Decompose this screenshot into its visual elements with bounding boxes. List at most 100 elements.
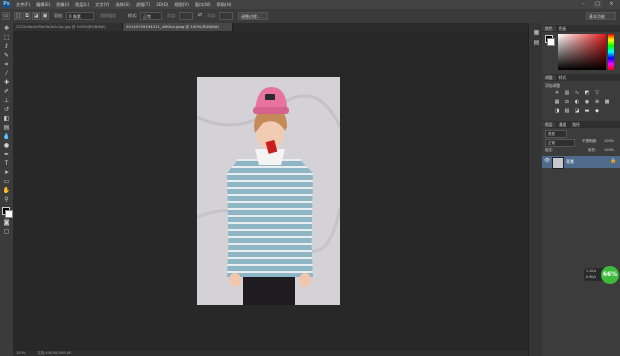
minimize-button[interactable]: – bbox=[579, 1, 588, 8]
vibrance-icon[interactable]: ▽ bbox=[594, 91, 600, 96]
marquee-tool-icon[interactable]: ▭ bbox=[2, 12, 10, 20]
opacity-label: 不透明度: bbox=[582, 139, 598, 143]
feather-input[interactable]: 0 像素 bbox=[66, 12, 94, 20]
tab-paths[interactable]: 路径 bbox=[569, 122, 583, 127]
posterize-icon[interactable]: ▧ bbox=[564, 109, 570, 114]
photo-filter-icon[interactable]: ◉ bbox=[584, 100, 590, 105]
eye-icon[interactable]: 👁 bbox=[544, 158, 550, 164]
properties-panel-icon[interactable]: ▤ bbox=[532, 39, 541, 47]
pen-icon[interactable]: ✒ bbox=[2, 151, 11, 159]
tab-swatches[interactable]: 色板 bbox=[556, 26, 570, 31]
tab-adjustments[interactable]: 调整 bbox=[542, 75, 556, 80]
width-label: 宽度: bbox=[167, 13, 177, 18]
opacity-value[interactable]: 100% bbox=[604, 139, 614, 143]
layer-row-background[interactable]: 👁 背景 🔒 bbox=[542, 156, 620, 169]
close-button[interactable]: × bbox=[607, 1, 616, 8]
hand-icon[interactable]: ✋ bbox=[2, 187, 11, 195]
workspace-select[interactable]: 基本功能 bbox=[586, 12, 616, 20]
maximize-button[interactable]: □ bbox=[593, 1, 602, 8]
intersect-selection-icon[interactable]: ▣ bbox=[41, 12, 49, 20]
refine-edge-button[interactable]: 调整边缘... bbox=[238, 12, 268, 20]
menu-select[interactable]: 选择(S) bbox=[115, 0, 129, 9]
eyedropper-icon[interactable]: ⁄ bbox=[2, 70, 11, 78]
screen-mode-icon[interactable]: ▢ bbox=[2, 228, 11, 236]
gradient-icon[interactable]: ▤ bbox=[2, 124, 11, 132]
tab-channels[interactable]: 通道 bbox=[556, 122, 570, 127]
menu-file[interactable]: 文件(F) bbox=[16, 0, 30, 9]
color-balance-icon[interactable]: ⚖ bbox=[564, 100, 570, 105]
new-selection-icon[interactable]: □ bbox=[14, 12, 22, 20]
tab-document-2[interactable]: 20140709194411_nMGka.jpeg @ 100%(RGB/8#) bbox=[123, 23, 233, 31]
type-icon[interactable]: T bbox=[2, 160, 11, 168]
quick-select-icon[interactable]: ✎ bbox=[2, 52, 11, 60]
antialias-checkbox[interactable]: 消除锯齿 bbox=[100, 12, 116, 20]
exposure-icon[interactable]: ◩ bbox=[584, 91, 590, 96]
blur-icon[interactable]: 💧 bbox=[2, 133, 11, 141]
marquee-icon[interactable]: ⬚ bbox=[2, 34, 11, 42]
bw-icon[interactable]: ◐ bbox=[574, 100, 580, 105]
move-icon[interactable]: ✥ bbox=[2, 25, 11, 33]
document-tabs: 2225c9a4cf5fd7b0a7c2p.jpg @ 100%(RGB/8#)… bbox=[13, 23, 528, 31]
blend-mode-select[interactable]: 正常 bbox=[545, 139, 575, 147]
history-brush-icon[interactable]: ↺ bbox=[2, 106, 11, 114]
dodge-icon[interactable]: ● bbox=[2, 142, 11, 150]
lasso-icon[interactable]: ℓ bbox=[2, 43, 11, 51]
zoom-icon[interactable]: ⚲ bbox=[2, 196, 11, 204]
subtract-selection-icon[interactable]: ◪ bbox=[32, 12, 40, 20]
invert-icon[interactable]: ◨ bbox=[554, 109, 560, 114]
healing-icon[interactable]: ✚ bbox=[2, 79, 11, 87]
brush-icon[interactable]: ✐ bbox=[2, 88, 11, 96]
fill-label: 填充: bbox=[588, 148, 597, 152]
status-bar: 100% 文档:498.6K/498.6K bbox=[13, 351, 528, 356]
crop-icon[interactable]: ⌗ bbox=[2, 61, 11, 69]
gradient-map-icon[interactable]: ▬ bbox=[584, 109, 590, 114]
photoshop-logo: Ps bbox=[2, 1, 11, 8]
shape-icon[interactable]: ▭ bbox=[2, 178, 11, 186]
tab-document-1[interactable]: 2225c9a4cf5fd7b0a7c2p.jpg @ 100%(RGB/8#) bbox=[13, 23, 123, 31]
menu-3d[interactable]: 3D(D) bbox=[156, 0, 168, 9]
selective-color-icon[interactable]: ◆ bbox=[594, 109, 600, 114]
background-color-swatch[interactable] bbox=[5, 210, 13, 218]
layer-name: 背景 bbox=[566, 159, 574, 164]
add-selection-icon[interactable]: ⧉ bbox=[23, 12, 31, 20]
quick-mask-icon[interactable]: ◙ bbox=[2, 219, 11, 227]
menu-layer[interactable]: 图层(L) bbox=[75, 0, 89, 9]
document-image[interactable] bbox=[197, 77, 340, 305]
hue-slider[interactable] bbox=[608, 34, 614, 70]
history-panel-icon[interactable]: ▦ bbox=[532, 29, 541, 37]
doc-size: 文档:498.6K/498.6K bbox=[37, 351, 72, 355]
brightness-icon[interactable]: ☀ bbox=[554, 91, 560, 96]
bg-color-chip[interactable] bbox=[547, 38, 555, 46]
menu-view[interactable]: 视图(V) bbox=[174, 0, 189, 9]
menu-type[interactable]: 文字(Y) bbox=[95, 0, 109, 9]
lock-icon: 🔒 bbox=[610, 158, 617, 164]
layer-kind-filter[interactable]: 类型 bbox=[545, 130, 567, 138]
tab-styles[interactable]: 样式 bbox=[556, 75, 570, 80]
menu-help[interactable]: 帮助(H) bbox=[217, 0, 232, 9]
tab-color[interactable]: 颜色 bbox=[542, 26, 556, 31]
menu-image[interactable]: 图像(I) bbox=[56, 0, 69, 9]
feather-label: 羽化: bbox=[54, 13, 64, 18]
width-input[interactable] bbox=[179, 12, 193, 20]
height-input[interactable] bbox=[219, 12, 233, 20]
threshold-icon[interactable]: ◪ bbox=[574, 109, 580, 114]
hue-sat-icon[interactable]: ▦ bbox=[554, 100, 560, 105]
tab-layers[interactable]: 图层 bbox=[542, 122, 556, 127]
path-select-icon[interactable]: ➤ bbox=[2, 169, 11, 177]
levels-icon[interactable]: ▥ bbox=[564, 91, 570, 96]
color-lookup-icon[interactable]: ▩ bbox=[604, 100, 610, 105]
eraser-icon[interactable]: ◧ bbox=[2, 115, 11, 123]
menu-edit[interactable]: 编辑(E) bbox=[36, 0, 50, 9]
menu-window[interactable]: 窗口(W) bbox=[195, 0, 211, 9]
color-field[interactable] bbox=[558, 34, 606, 70]
zoom-level[interactable]: 100% bbox=[16, 351, 26, 355]
curves-icon[interactable]: ∿ bbox=[574, 91, 580, 96]
menu-filter[interactable]: 滤镜(T) bbox=[136, 0, 150, 9]
channel-mixer-icon[interactable]: ⊕ bbox=[594, 100, 600, 105]
swap-icon[interactable]: ⇄ bbox=[196, 12, 204, 20]
fill-value[interactable]: 100% bbox=[604, 148, 614, 152]
percent-badge: 66% bbox=[601, 266, 619, 284]
style-select[interactable]: 正常 bbox=[140, 12, 162, 20]
network-speed-widget[interactable]: 1.1K/s 0.9K/s 66% bbox=[584, 266, 620, 284]
stamp-icon[interactable]: ⊥ bbox=[2, 97, 11, 105]
